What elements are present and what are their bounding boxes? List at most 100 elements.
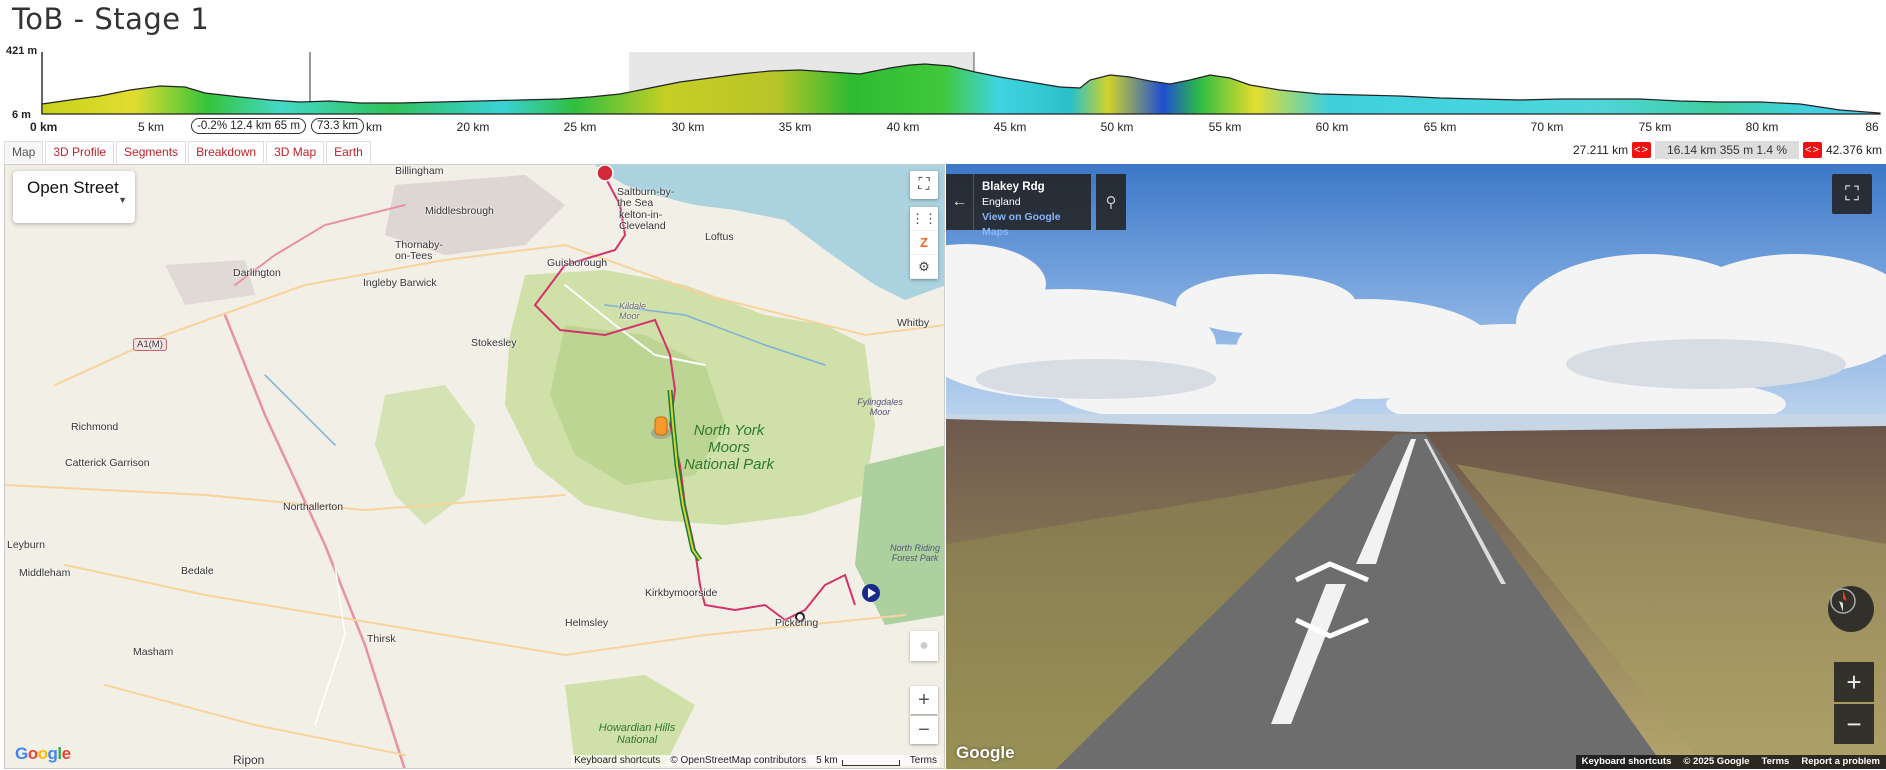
x-tick: 45 km: [993, 120, 1027, 134]
street-view-region: England: [982, 196, 1021, 208]
range-start: 27.211 km: [1573, 143, 1629, 157]
howardian-label: Howardian Hills National: [598, 722, 676, 746]
range-end-arrows[interactable]: <>: [1803, 142, 1822, 158]
google-logo: Google: [15, 744, 71, 763]
forest-park-label: North Riding Forest Park: [889, 543, 941, 563]
range-start-arrows[interactable]: <>: [1632, 142, 1652, 158]
copyright-text: © 2025 Google: [1683, 756, 1750, 767]
x-tick: 65 km: [1423, 120, 1457, 134]
pegman-icon[interactable]: ●: [910, 631, 938, 661]
x-tick: 40 km: [886, 120, 920, 134]
tab-earth[interactable]: Earth: [326, 141, 371, 163]
x-tick: 80 km: [1745, 120, 1779, 134]
street-view-zoom-in-button[interactable]: +: [1834, 662, 1874, 702]
place-label: Darlington: [233, 267, 281, 279]
compass-icon[interactable]: [1828, 586, 1874, 632]
x-tick: 35 km: [778, 120, 812, 134]
location-pin-icon[interactable]: ⚲: [1096, 174, 1126, 230]
map-layer-value: Open Street: [27, 178, 119, 197]
back-arrow-icon[interactable]: ←: [946, 174, 974, 230]
place-label: Ingleby Barwick: [363, 277, 437, 289]
x-tick: 20 km: [456, 120, 490, 134]
tab-map[interactable]: Map: [4, 141, 44, 163]
x-tick: 60 km: [1315, 120, 1349, 134]
osm-credit[interactable]: © OpenStreetMap contributors: [670, 755, 806, 766]
fullscreen-icon: ⛶: [918, 176, 930, 193]
page-title: ToB - Stage 1: [12, 2, 210, 36]
minus-icon: −: [1846, 708, 1862, 739]
keyboard-shortcuts-link[interactable]: Keyboard shortcuts: [1582, 755, 1672, 769]
place-label: Helmsley: [565, 617, 609, 629]
x-tick: 5 km: [137, 120, 165, 134]
place-label: Saltburn-by-the Sea: [617, 186, 675, 209]
street-view-zoom-out-button[interactable]: −: [1834, 704, 1874, 744]
tab-breakdown[interactable]: Breakdown: [188, 141, 265, 163]
strava-icon[interactable]: Z: [910, 231, 938, 255]
map-zoom-out-button[interactable]: −: [910, 716, 938, 744]
place-label: Leyburn: [7, 539, 45, 551]
chevron-down-icon: ▼: [118, 195, 127, 205]
terms-link[interactable]: Terms: [910, 755, 937, 766]
fullscreen-icon: ⛶: [1845, 182, 1859, 205]
range-readout: 27.211 km <> 16.14 km 355 m 1.4 % <> 42.…: [1573, 141, 1882, 159]
minus-icon: −: [918, 718, 930, 741]
cursor-distance-badge: 73.3 km: [311, 118, 364, 134]
x-tick: 30 km: [671, 120, 705, 134]
map-fullscreen-button[interactable]: ⛶: [910, 171, 938, 199]
street-view-info-card: ← Blakey Rdg England View on Google Maps: [946, 174, 1091, 238]
place-label: Thornaby-on-Tees: [395, 239, 443, 262]
x-tick: km: [366, 120, 382, 134]
road-shield: A1(M): [133, 338, 167, 351]
map-tool-stack: ⋮⋮ Z ⚙: [910, 207, 938, 279]
street-view-road: Blakey Rdg: [982, 181, 1045, 193]
elevation-profile[interactable]: 421 m 6 m 0 km 5 km 20 km 25 km 30 km 35…: [0, 44, 1886, 140]
place-label: Richmond: [71, 421, 119, 433]
street-view-panel[interactable]: ← Blakey Rdg England View on Google Maps…: [946, 164, 1886, 769]
route-map[interactable]: Open Street ▼ ⛶ ⋮⋮ Z ⚙ Billingham Middle…: [4, 164, 945, 769]
street-view-fullscreen-button[interactable]: ⛶: [1832, 174, 1872, 214]
street-view-image: [946, 164, 1886, 769]
place-label: Northallerton: [283, 501, 344, 513]
scale-bar: 5 km: [816, 755, 900, 766]
view-tabs: Map 3D Profile Segments Breakdown 3D Map…: [4, 141, 373, 163]
place-label: Thirsk: [367, 633, 396, 645]
place-label: Ripon: [233, 753, 265, 767]
view-on-google-maps-link[interactable]: View on Google Maps: [982, 210, 1083, 240]
place-label: Middlesbrough: [425, 205, 494, 217]
report-problem-link[interactable]: Report a problem: [1801, 755, 1880, 769]
range-end: 42.376 km: [1825, 143, 1882, 157]
keyboard-shortcuts-link[interactable]: Keyboard shortcuts: [574, 755, 660, 766]
x-tick: 55 km: [1208, 120, 1242, 134]
tab-3d-map[interactable]: 3D Map: [266, 141, 325, 163]
x-tick: 75 km: [1638, 120, 1672, 134]
grid-icon[interactable]: ⋮⋮: [910, 207, 938, 231]
place-label: Middleham: [19, 567, 71, 579]
place-label: Guisborough: [547, 257, 608, 269]
plus-icon: +: [918, 688, 930, 711]
gear-icon[interactable]: ⚙: [910, 255, 938, 279]
place-label: Masham: [133, 646, 174, 658]
selection-stats-badge: -0.2% 12.4 km 65 m: [191, 118, 306, 134]
place-label: Kirkbymoorside: [645, 587, 718, 599]
street-view-attribution: Keyboard shortcuts © 2025 Google Terms R…: [1575, 755, 1886, 769]
place-label: Billingham: [395, 165, 444, 177]
plus-icon: +: [1846, 666, 1862, 697]
x-tick: 25 km: [563, 120, 597, 134]
google-logo: Google: [956, 743, 1015, 762]
elevation-chart[interactable]: [0, 44, 1886, 120]
tab-3d-profile[interactable]: 3D Profile: [45, 141, 115, 163]
place-label: Catterick Garrison: [65, 457, 150, 469]
fylingdales-label: Fylingdales Moor: [857, 397, 903, 417]
place-label: Loftus: [705, 231, 734, 243]
terms-link[interactable]: Terms: [1762, 755, 1790, 769]
x-tick: 86: [1865, 120, 1879, 134]
place-label: Stokesley: [471, 337, 517, 349]
tab-segments[interactable]: Segments: [116, 141, 187, 163]
x-tick: 50 km: [1100, 120, 1134, 134]
place-label: Bedale: [181, 565, 214, 577]
map-layer-select[interactable]: Open Street ▼: [13, 171, 135, 223]
range-stats: 16.14 km 355 m 1.4 %: [1655, 141, 1800, 159]
map-zoom-in-button[interactable]: +: [910, 686, 938, 714]
place-label: Kildale Moor: [619, 301, 647, 321]
place-label: kelton-in-Cleveland: [619, 209, 666, 232]
